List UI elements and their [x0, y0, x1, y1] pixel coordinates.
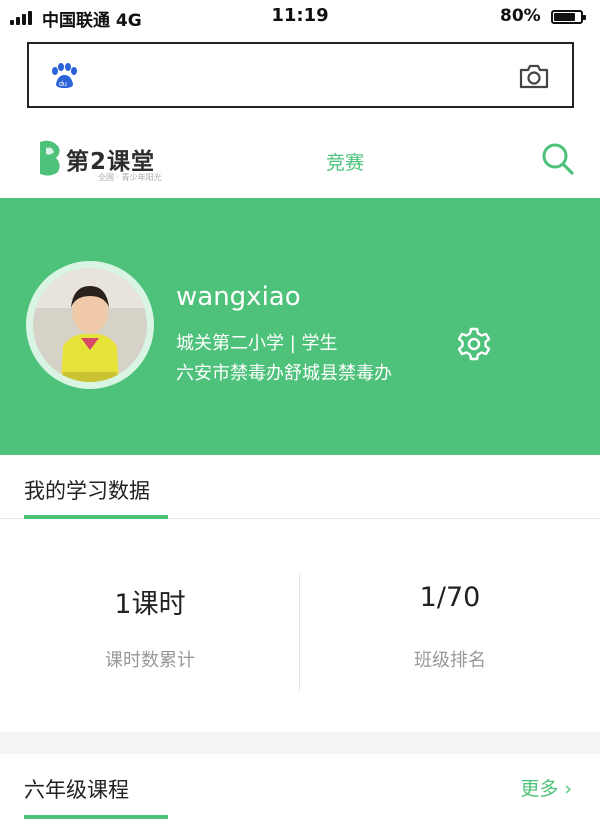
battery-percent: 80% — [500, 6, 541, 26]
avatar-photo — [33, 268, 147, 382]
learning-data-header: 我的学习数据 — [0, 455, 600, 519]
learning-data-title: 我的学习数据 — [24, 479, 150, 503]
svg-text:du: du — [59, 81, 67, 88]
stat-hours-label: 课时数累计 — [105, 650, 195, 671]
battery-icon — [551, 10, 586, 24]
username: wangxiao — [176, 282, 301, 312]
learning-stats: 1课时 课时数累计 1/70 班级排名 — [0, 520, 600, 732]
stat-rank-label: 班级排名 — [414, 650, 486, 671]
logo-mark-icon — [40, 140, 60, 176]
school-role: 城关第二小学 | 学生 — [176, 333, 338, 354]
app-header: 第2课堂 全国 · 青少年阳光 竞赛 — [0, 118, 600, 198]
active-tab-indicator — [24, 815, 168, 819]
stat-hours[interactable]: 1课时 课时数累计 — [0, 520, 300, 732]
stat-class-rank[interactable]: 1/70 班级排名 — [300, 520, 600, 732]
camera-icon[interactable] — [518, 62, 550, 90]
nav-contest[interactable]: 竞赛 — [326, 148, 364, 175]
stat-rank-value: 1/70 — [419, 582, 481, 613]
app-logo[interactable]: 第2课堂 全国 · 青少年阳光 — [36, 134, 176, 182]
baidu-paw-icon: du — [52, 63, 77, 88]
gear-icon[interactable] — [456, 326, 492, 362]
stat-hours-value: 1课时 — [114, 589, 186, 620]
logo-text: 第2课堂 — [66, 149, 156, 175]
organization: 六安市禁毒办舒城县禁毒办 — [176, 363, 392, 384]
courses-title: 六年级课程 — [24, 778, 129, 802]
active-tab-indicator — [24, 515, 168, 519]
section-gap — [0, 732, 600, 754]
status-bar: 中国联通 4G 11:19 80% — [0, 0, 600, 34]
logo-subtitle: 全国 · 青少年阳光 — [98, 173, 162, 182]
search-icon[interactable] — [539, 140, 577, 178]
search-input[interactable]: du — [27, 42, 574, 108]
courses-header: 六年级课程 更多 › — [0, 754, 600, 819]
avatar[interactable] — [26, 261, 154, 389]
more-link[interactable]: 更多 › — [520, 774, 572, 801]
profile-banner: wangxiao 城关第二小学 | 学生 六安市禁毒办舒城县禁毒办 — [0, 198, 600, 455]
